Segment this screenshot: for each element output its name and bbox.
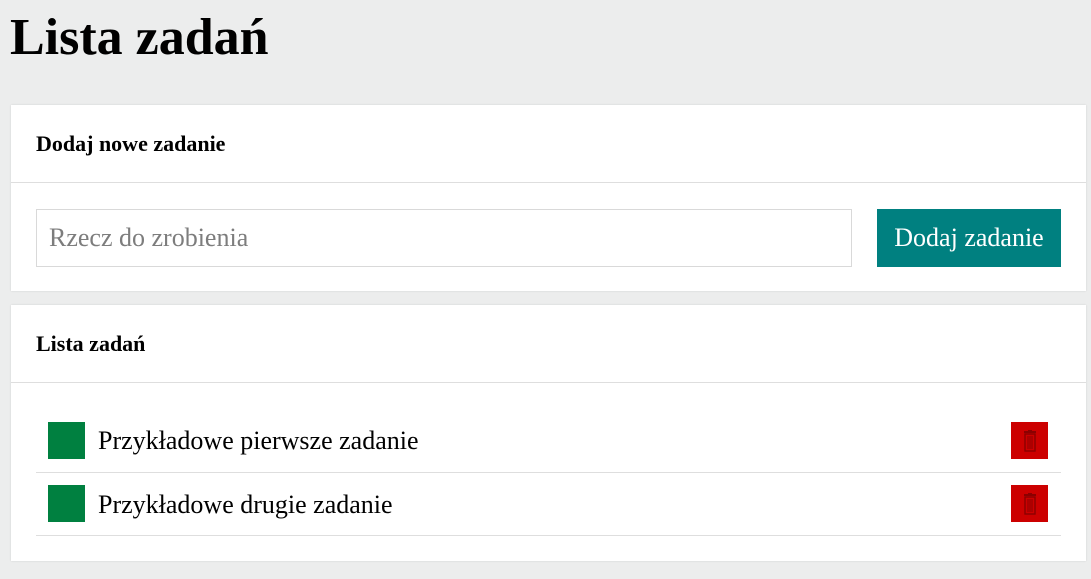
delete-task-button[interactable]: [1011, 485, 1048, 522]
add-task-button[interactable]: Dodaj zadanie: [877, 209, 1061, 267]
task-list: Przykładowe pierwsze zadanie Przykładowe…: [36, 409, 1061, 536]
task-item: Przykładowe drugie zadanie: [36, 473, 1061, 536]
task-label: Przykładowe drugie zadanie: [98, 489, 393, 519]
task-input[interactable]: [36, 209, 852, 267]
page-title: Lista zadań: [10, 9, 269, 66]
delete-task-button[interactable]: [1011, 422, 1048, 459]
task-complete-checkbox[interactable]: [48, 422, 85, 459]
task-list-header: Lista zadań: [11, 305, 1086, 383]
trash-icon: [1023, 429, 1036, 452]
task-list-card: Lista zadań Przykładowe pierwsze zadanie…: [11, 305, 1086, 561]
task-complete-checkbox[interactable]: [48, 485, 85, 522]
task-item: Przykładowe pierwsze zadanie: [36, 409, 1061, 473]
trash-icon: [1023, 492, 1036, 515]
add-task-header: Dodaj nowe zadanie: [11, 105, 1086, 183]
add-task-card: Dodaj nowe zadanie Dodaj zadanie: [11, 105, 1086, 291]
task-label: Przykładowe pierwsze zadanie: [98, 425, 419, 455]
